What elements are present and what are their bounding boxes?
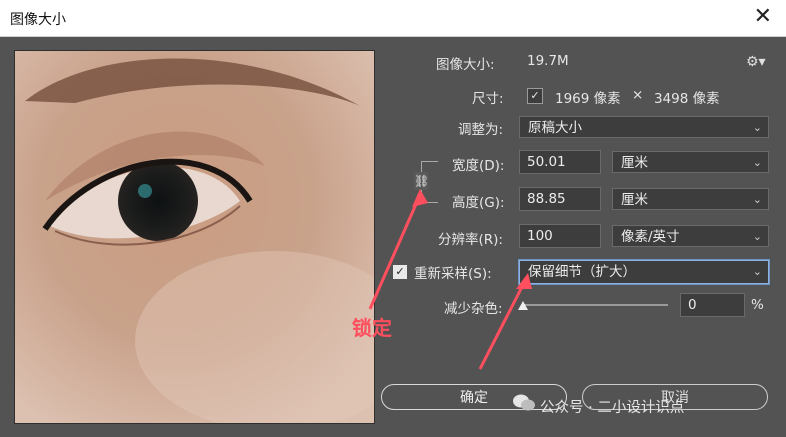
width-unit-value: 厘米 <box>621 155 648 171</box>
fit-to-dropdown[interactable]: 原稿大小 ⌄ <box>519 116 769 138</box>
height-unit-value: 厘米 <box>621 192 648 208</box>
height-unit-dropdown[interactable]: 厘米 ⌄ <box>612 188 769 210</box>
height-input[interactable]: 88.85 <box>519 187 601 211</box>
resolution-label: 分辨率(R): <box>438 232 503 248</box>
width-input[interactable]: 50.01 <box>519 150 601 174</box>
wechat-icon <box>513 394 535 411</box>
width-label: 宽度(D): <box>452 158 505 174</box>
width-unit-dropdown[interactable]: 厘米 ⌄ <box>612 151 769 173</box>
reduce-noise-unit: % <box>751 297 764 313</box>
arrow-annotation-lock <box>368 189 428 310</box>
fit-to-value: 原稿大小 <box>528 120 582 136</box>
chevron-down-icon: ⌄ <box>752 230 762 243</box>
resolution-input[interactable]: 100 <box>519 224 601 248</box>
arrow-annotation-resample <box>478 273 532 370</box>
link-bracket-top-arm <box>421 161 438 162</box>
resolution-unit-dropdown[interactable]: 像素/英寸 ⌄ <box>612 225 769 247</box>
image-size-label: 图像大小: <box>436 57 495 73</box>
resolution-unit-value: 像素/英寸 <box>621 229 680 245</box>
dimensions-width-px: 1969 像素 <box>555 91 621 107</box>
fit-to-label: 调整为: <box>458 122 504 138</box>
close-icon[interactable]: ✕ <box>754 4 772 29</box>
window-title: 图像大小 <box>10 12 66 28</box>
title-bar: 图像大小 ✕ <box>0 0 786 37</box>
chevron-down-icon: ⌄ <box>752 156 762 169</box>
dimensions-unit-toggle[interactable]: ✓ <box>527 88 543 104</box>
watermark-text: 公众号 · 二小设计识点 <box>540 400 685 416</box>
chevron-down-icon: ⌄ <box>752 193 762 206</box>
dimensions-height-px: 3498 像素 <box>654 91 720 107</box>
gear-icon[interactable]: ⚙▾ <box>746 54 766 70</box>
image-preview[interactable] <box>14 50 375 424</box>
chevron-down-icon: ⌄ <box>752 265 762 278</box>
resample-method-dropdown[interactable]: 保留细节（扩大） ⌄ <box>519 260 769 284</box>
height-label: 高度(G): <box>452 195 505 211</box>
image-size-value: 19.7M <box>527 53 569 69</box>
chevron-down-icon: ⌄ <box>752 121 762 134</box>
dimensions-label: 尺寸: <box>472 91 504 107</box>
image-size-dialog: 图像大小: 19.7M ⚙▾ 尺寸: ✓ 1969 像素 × 3498 像素 调… <box>0 37 786 437</box>
eye-photo <box>15 51 374 423</box>
reduce-noise-input[interactable]: 0 <box>680 293 745 317</box>
dimensions-times: × <box>632 87 644 103</box>
